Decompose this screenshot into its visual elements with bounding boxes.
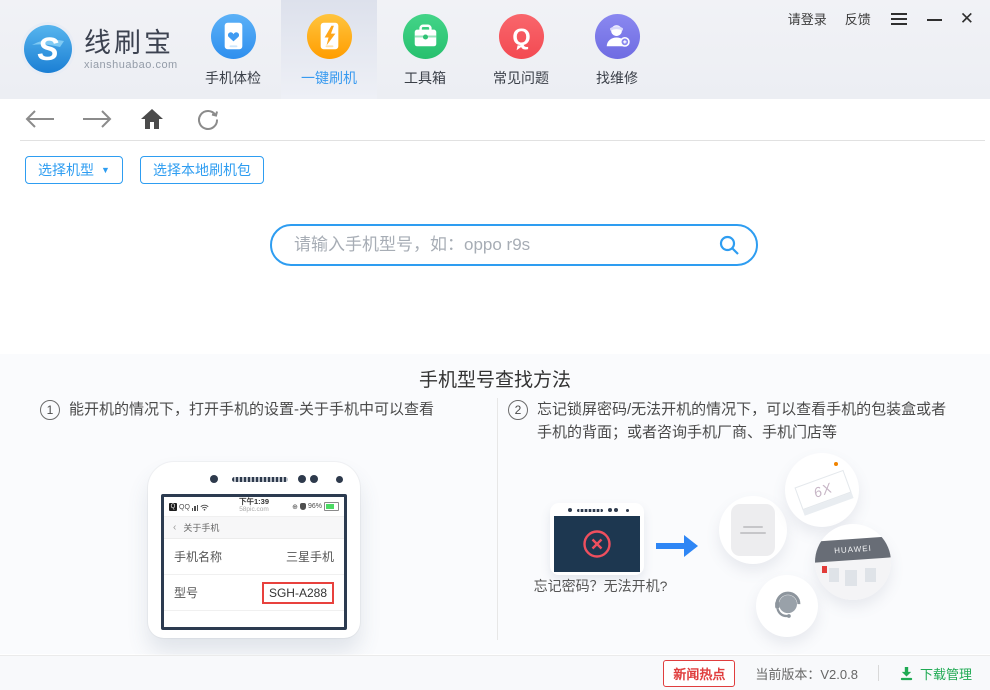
- news-hotspot-button[interactable]: 新闻热点: [663, 659, 736, 687]
- model-row: 型号 SGH-A288: [164, 575, 344, 611]
- main-nav: 手机体检 一键刷机 工具箱 Q 常见问题 找维修: [185, 0, 665, 99]
- method-1: 1 能开机的情况下，打开手机的设置-关于手机中可以查看: [40, 398, 485, 421]
- tab-faq[interactable]: Q 常见问题: [473, 0, 569, 99]
- back-icon[interactable]: [24, 108, 56, 135]
- packaging-box-circle: 6X: [785, 453, 859, 527]
- camera-dot: [210, 475, 218, 483]
- svg-text:S: S: [37, 31, 59, 67]
- download-icon: [900, 666, 913, 680]
- settings-phone-illustration: Q QQ 下午1:39 58pic.com ⊕ 96% ‹ 关于手机 手机名称 …: [148, 462, 360, 638]
- select-local-package-label: 选择本地刷机包: [153, 162, 251, 178]
- app-header: S 线刷宝 xianshuabao.com 手机体检 一键刷机 工具箱 Q 常见…: [0, 0, 990, 99]
- store-flag: [822, 566, 827, 573]
- sensor-dot: [298, 475, 306, 483]
- speaker-grille: [232, 477, 288, 482]
- settings-screen: Q QQ 下午1:39 58pic.com ⊕ 96% ‹ 关于手机 手机名称 …: [161, 494, 347, 630]
- guide-title: 手机型号查找方法: [418, 370, 571, 391]
- chevron-down-icon: ▼: [101, 164, 110, 175]
- home-icon[interactable]: [140, 107, 164, 136]
- customer-service-icon: [775, 591, 801, 618]
- status-bar-footer: 新闻热点 当前版本：V2.0.8 下载管理: [0, 655, 990, 690]
- locked-phone-caption: 忘记密码？无法开机?: [533, 578, 668, 594]
- refresh-icon[interactable]: [196, 107, 220, 136]
- select-model-label: 选择机型: [38, 162, 94, 178]
- tab-one-key-flash[interactable]: 一键刷机: [281, 0, 377, 99]
- nav-label: 一键刷机: [301, 70, 357, 86]
- phone-name-label: 手机名称: [174, 550, 223, 564]
- store-sign-text: HUAWEI: [833, 543, 873, 556]
- close-button[interactable]: ✕: [960, 10, 974, 27]
- method-1-text: 能开机的情况下，打开手机的设置-关于手机中可以查看: [69, 401, 434, 418]
- method-2-number: 2: [508, 400, 528, 420]
- error-screen: [554, 516, 640, 572]
- nav-label: 常见问题: [493, 70, 549, 86]
- brand-domain: xianshuabao.com: [84, 58, 178, 71]
- sensor-dot: [310, 475, 318, 483]
- brand-name: 线刷宝: [84, 27, 174, 58]
- locked-phone-illustration: [550, 503, 644, 575]
- faq-icon: Q: [498, 13, 545, 60]
- select-model-button[interactable]: 选择机型 ▼: [25, 156, 123, 184]
- brand-store-circle: HUAWEI: [815, 524, 891, 600]
- battery-icon: [324, 502, 339, 511]
- download-manager-label: 下载管理: [919, 666, 972, 682]
- download-manager-button[interactable]: 下载管理: [899, 664, 972, 683]
- camera-dot: [336, 476, 343, 483]
- select-local-package-button[interactable]: 选择本地刷机包: [140, 156, 264, 184]
- logo-icon: S: [21, 22, 75, 76]
- model-value-highlight: SGH-A288: [261, 581, 334, 604]
- minimize-button[interactable]: [926, 18, 942, 21]
- nav-label: 工具箱: [404, 70, 446, 86]
- status-bar: Q QQ 下午1:39 58pic.com ⊕ 96%: [164, 497, 344, 517]
- watermark: 58pic.com: [239, 506, 269, 513]
- browser-toolbar: [0, 99, 990, 140]
- find-repair-icon: [594, 13, 641, 60]
- tab-toolbox[interactable]: 工具箱: [377, 0, 473, 99]
- model-search-input[interactable]: [272, 235, 718, 255]
- phone-checkup-icon: [210, 13, 257, 60]
- status-time: 下午1:39: [238, 497, 269, 506]
- model-search-box: [270, 224, 758, 266]
- method-1-number: 1: [40, 400, 60, 420]
- method-2: 2 忘记锁屏密码/无法开机的情况下，可以查看手机的包装盒或者手机的背面；或者咨询…: [508, 398, 960, 444]
- footer-divider: [877, 665, 879, 681]
- model-lookup-guide: 手机型号查找方法 1 能开机的情况下，打开手机的设置-关于手机中可以查看 2 忘…: [0, 354, 990, 654]
- box-model-label: 6X: [811, 479, 835, 501]
- phone-name-row: 手机名称 三星手机: [164, 539, 344, 575]
- arrow-right-icon: [654, 532, 700, 565]
- version-label: 当前版本：V2.0.8: [755, 666, 858, 682]
- box-logo-dot: [834, 462, 838, 466]
- toolbar-divider: [20, 140, 985, 141]
- forward-icon[interactable]: [81, 108, 113, 135]
- model-label: 型号: [174, 586, 199, 600]
- menu-icon[interactable]: [889, 11, 909, 27]
- toolbox-icon: [402, 13, 449, 60]
- search-icon[interactable]: [718, 234, 740, 256]
- tab-phone-checkup[interactable]: 手机体检: [185, 0, 281, 99]
- nav-label: 手机体检: [205, 70, 261, 86]
- back-chevron-icon: ‹: [173, 522, 177, 533]
- phone-back-label: [731, 504, 775, 556]
- error-x-icon: [583, 530, 611, 558]
- phone-name-value: 三星手机: [285, 550, 334, 564]
- customer-service-circle: [756, 575, 818, 637]
- app-logo: S 线刷宝 xianshuabao.com: [20, 21, 178, 77]
- tab-find-repair[interactable]: 找维修: [569, 0, 665, 99]
- column-divider: [497, 398, 498, 640]
- about-phone-navbar: ‹ 关于手机: [164, 517, 344, 539]
- login-link[interactable]: 请登录: [788, 9, 827, 28]
- one-key-flash-icon: [306, 13, 353, 60]
- nav-label: 找维修: [596, 70, 638, 86]
- feedback-link[interactable]: 反馈: [845, 9, 871, 28]
- packaging-box: 6X: [794, 469, 852, 511]
- phone-back-label-circle: [719, 496, 787, 564]
- about-phone-title: 关于手机: [183, 523, 220, 533]
- method-2-text: 忘记锁屏密码/无法开机的情况下，可以查看手机的包装盒或者手机的背面；或者咨询手机…: [537, 401, 947, 441]
